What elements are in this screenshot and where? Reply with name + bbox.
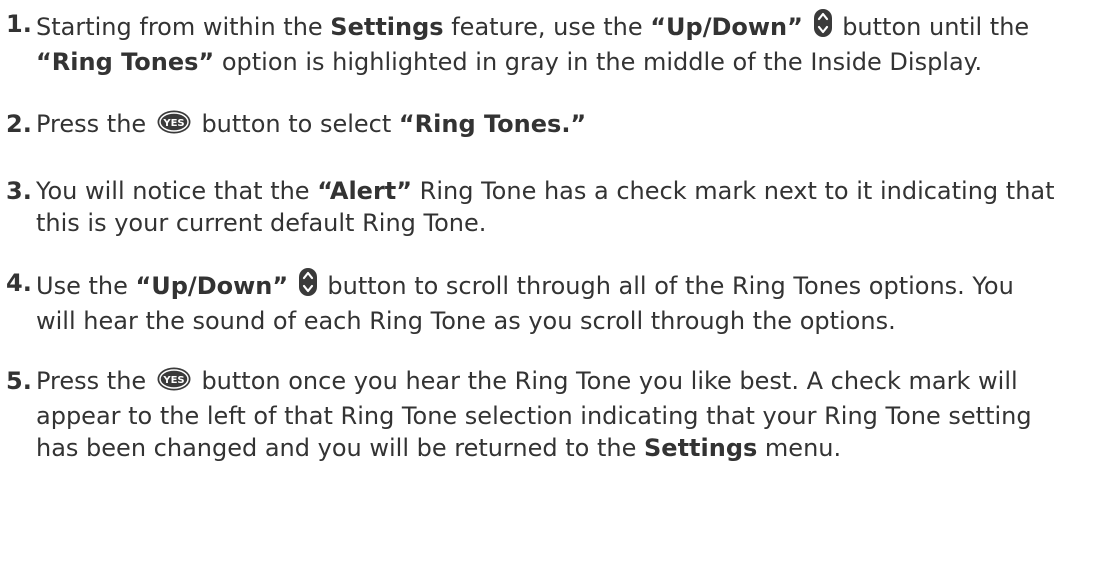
- step-number: 5.: [6, 367, 32, 395]
- settings-term: Settings: [644, 434, 758, 462]
- yes-button-label: YES: [162, 118, 184, 129]
- yes-button-icon: YES: [156, 109, 192, 143]
- step-1: 1. Starting from within the Settings fea…: [6, 8, 1060, 78]
- step-number: 2.: [6, 110, 32, 138]
- up-down-term: “Up/Down”: [650, 13, 803, 41]
- step-number: 3.: [6, 177, 32, 205]
- yes-button-icon: YES: [156, 366, 192, 400]
- step-text: menu.: [757, 434, 842, 462]
- step-3: 3. You will notice that the “Alert” Ring…: [6, 175, 1060, 239]
- step-text: feature, use the: [443, 13, 651, 41]
- step-5: 5. Press the YES button once you hear th…: [6, 365, 1060, 464]
- alert-term: “Alert”: [317, 177, 413, 205]
- settings-term: Settings: [330, 13, 444, 41]
- step-4: 4. Use the “Up/Down” button to scroll th…: [6, 267, 1060, 337]
- step-text: Use the: [36, 272, 136, 300]
- step-text: Press the: [36, 367, 154, 395]
- up-down-button-icon: [298, 267, 318, 305]
- step-text: You will notice that the: [36, 177, 318, 205]
- step-text: Starting from within the: [36, 13, 331, 41]
- step-text: Press the: [36, 110, 154, 138]
- step-number: 1.: [6, 10, 32, 38]
- up-down-button-icon: [813, 8, 833, 46]
- yes-button-label: YES: [162, 375, 184, 386]
- step-2: 2. Press the YES button to select “Ring …: [6, 108, 1060, 143]
- up-down-term: “Up/Down”: [135, 272, 289, 300]
- step-text: option is highlighted in gray in the mid…: [214, 48, 983, 76]
- ring-tones-term: “Ring Tones.”: [398, 110, 587, 138]
- instruction-page: 1. Starting from within the Settings fea…: [0, 0, 1100, 579]
- step-text: button to select: [193, 110, 399, 138]
- step-number: 4.: [6, 269, 32, 297]
- ring-tones-term: “Ring Tones”: [36, 48, 215, 76]
- step-text: button until the: [834, 13, 1030, 41]
